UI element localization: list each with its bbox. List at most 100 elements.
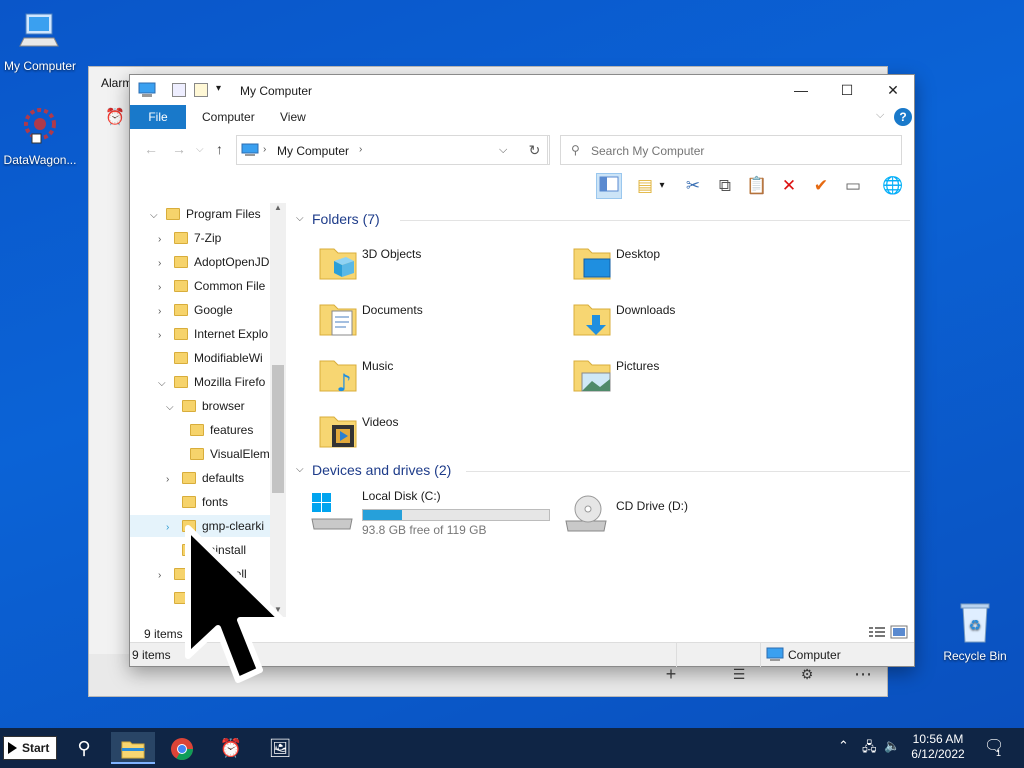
properties-icon[interactable]: ▭ [840,173,866,199]
alarms-taskbar-icon[interactable]: ⏰ [209,732,253,764]
tree-item[interactable]: ⌵ Program Files [150,203,261,225]
folder-icon [182,496,196,508]
delete-icon[interactable]: ✕ [776,173,802,199]
folder-name: Videos [362,415,399,429]
system-clock[interactable]: 10:56 AM 6/12/2022 [900,732,976,762]
notification-count: 1 [996,748,1002,758]
chevron-down-icon[interactable]: ⌵ [166,397,176,419]
desktop-icon-my-computer[interactable]: My Computer [0,10,80,73]
breadcrumb-chevron-icon[interactable]: › [359,144,362,155]
chrome-taskbar-icon[interactable] [160,732,204,764]
tab-file[interactable]: File [130,105,186,129]
volume-icon[interactable]: 🔈 [884,738,900,754]
chevron-down-icon[interactable]: ⌵ [150,205,160,227]
search-box[interactable]: ⚲ [560,135,902,165]
chevron-right-icon[interactable]: › [158,253,168,275]
forward-icon[interactable]: → [172,141,186,157]
tree-item[interactable]: › Internet Explo [158,323,268,345]
folders-group-header[interactable]: Folders (7) [312,211,380,227]
clock-time: 10:56 AM [912,732,964,746]
chevron-right-icon[interactable]: › [158,229,168,251]
start-button[interactable]: Start [3,736,57,760]
file-explorer-taskbar-icon[interactable] [111,732,155,764]
cut-icon[interactable]: ✂ [680,173,706,199]
desktop-icon-datawagon[interactable]: DataWagon... [0,104,80,167]
close-button[interactable]: ✕ [870,75,916,105]
folder-tile-videos[interactable]: Videos [316,409,556,459]
tab-computer[interactable]: Computer [188,105,269,129]
chevron-right-icon[interactable]: › [158,325,168,347]
change-view-icon[interactable]: ▤ [632,173,658,199]
folder-tile-downloads[interactable]: Downloads [570,297,810,347]
folder-tile-desktop[interactable]: Desktop [570,241,810,291]
group-divider [400,220,910,221]
large-icons-view-icon[interactable] [890,625,908,639]
refresh-button[interactable]: ↻ [520,135,550,165]
tree-item[interactable]: ⌵ browser [166,395,245,417]
chevron-right-icon[interactable]: › [166,517,176,539]
address-dropdown-icon[interactable]: ⌵ [499,144,507,157]
alarm-clock-icon[interactable]: ⏰ [105,107,125,127]
search-input[interactable] [591,142,891,160]
app-taskbar-icon[interactable]: 🖼 [258,732,302,764]
new-folder-icon[interactable] [194,83,208,97]
show-hidden-icons-icon[interactable]: ⌃ [838,738,849,754]
folder-name: 3D Objects [362,247,422,261]
tree-item[interactable]: ModifiableWi [158,347,263,369]
up-icon[interactable]: ↑ [216,141,223,157]
tree-item[interactable]: › Common File [158,275,265,297]
chevron-right-icon[interactable]: › [166,469,176,491]
folder-tile-music[interactable]: ♪ Music [316,353,556,403]
folder-name: Documents [362,303,423,317]
copy-icon[interactable]: ⧉ [712,173,738,199]
details-view-icon[interactable] [868,625,886,639]
content-pane[interactable]: ⌵ Folders (7) 3D Objects Desktop Documen… [290,205,914,615]
properties-icon[interactable] [172,83,186,97]
tree-item[interactable]: › AdoptOpenJD [158,251,269,273]
tree-item[interactable]: features [174,419,253,441]
chevron-down-icon[interactable]: ⌵ [158,373,168,395]
tree-item[interactable]: › 7-Zip [158,227,221,249]
recent-locations-icon[interactable]: ⌵ [196,144,204,155]
tree-item[interactable]: ⌵ Mozilla Firefo [158,371,265,393]
folder-icon [166,208,180,220]
tree-item[interactable]: › defaults [166,467,244,489]
collapse-group-icon[interactable]: ⌵ [296,213,304,224]
3d-objects-folder-icon [319,248,357,280]
folder-icon [190,448,204,460]
scroll-thumb[interactable] [272,365,284,493]
notifications-icon[interactable]: 🗨 [984,736,1004,756]
view-dropdown-icon[interactable]: ▾ [656,173,668,199]
tree-item[interactable]: › Google [158,299,233,321]
help-icon[interactable]: ? [894,108,912,126]
tab-view[interactable]: View [266,105,320,129]
rename-icon[interactable]: ✔ [808,173,834,199]
chevron-right-icon[interactable]: › [158,565,168,587]
drive-name: Local Disk (C:) [362,489,441,503]
collapse-group-icon[interactable]: ⌵ [296,464,304,475]
search-icon[interactable]: ⚲ [62,732,106,764]
address-bar[interactable]: › My Computer › ⌵ [236,135,548,165]
drives-group-header[interactable]: Devices and drives (2) [312,462,451,478]
paste-icon[interactable]: 📋 [744,173,770,199]
customize-qat-icon[interactable]: ▾ [216,83,221,94]
scroll-up-icon[interactable]: ▲ [274,203,282,212]
back-icon[interactable]: ← [144,141,158,157]
maximize-button[interactable]: ☐ [824,75,870,105]
drive-tile-cd[interactable]: CD Drive (D:) [564,491,804,541]
network-icon[interactable]: 🖧 [862,738,877,760]
chevron-right-icon[interactable]: › [158,277,168,299]
explorer-titlebar[interactable]: ▾ My Computer — ☐ ✕ [130,75,914,105]
folder-tile-pictures[interactable]: Pictures [570,353,810,403]
folder-tile-3d-objects[interactable]: 3D Objects [316,241,556,291]
chevron-right-icon[interactable]: › [158,301,168,323]
folder-tile-documents[interactable]: Documents [316,297,556,347]
tree-item[interactable]: fonts [166,491,228,513]
expand-ribbon-icon[interactable]: ⌵ [876,109,884,122]
preview-pane-icon[interactable] [596,173,622,199]
minimize-button[interactable]: — [778,75,824,105]
desktop-icon-recycle-bin[interactable]: ♻ Recycle Bin [935,600,1015,663]
tree-item[interactable]: VisualElem [174,443,270,465]
toolbar: ▤ ▾ ✂ ⧉ 📋 ✕ ✔ ▭ 🌐 [130,171,914,201]
network-globe-icon[interactable]: 🌐 [880,173,906,199]
